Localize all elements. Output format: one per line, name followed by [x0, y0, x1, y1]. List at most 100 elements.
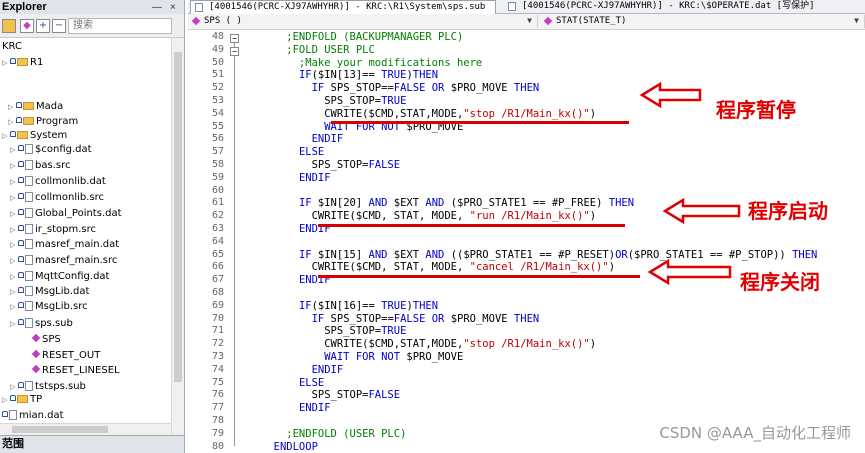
code-line: WAIT FOR NOT $PRO_MOVE [261, 351, 463, 364]
tree-item[interactable]: ▷ R1 [2, 56, 43, 70]
tree-item[interactable]: ▷ MqttConfig.dat [10, 270, 109, 284]
tree-item[interactable]: ▷ bas.src [10, 159, 70, 173]
code-line: ;Make your modifications here [261, 57, 482, 70]
tree-item[interactable]: ▷ tstsps.sub [10, 380, 86, 394]
expand-toggle-icon[interactable]: ▷ [2, 393, 10, 407]
symbol-select[interactable]: STAT(STATE_T) ▼ [540, 15, 865, 28]
scrollbar-thumb[interactable] [12, 426, 108, 433]
function-icon [191, 16, 201, 26]
expand-toggle-icon[interactable]: ▷ [10, 223, 18, 237]
tree-item[interactable]: ▷ Program [8, 115, 78, 129]
fold-toggle-icon[interactable]: − [230, 46, 239, 56]
tab-operate-dat[interactable]: [4001546(PCRC-XJ97AWHYHR)] - KRC:\$OPERA… [504, 0, 815, 14]
tree-item[interactable]: ▷ ir_stopm.src [10, 223, 96, 237]
expand-toggle-icon[interactable]: ▷ [2, 129, 10, 143]
tree-item[interactable]: ▷ masref_main.dat [10, 238, 119, 252]
expand-all-icon[interactable]: + [36, 19, 50, 33]
expand-toggle-icon[interactable]: ▷ [10, 207, 18, 221]
code-token: ELSE [298, 146, 325, 159]
file-icon [25, 160, 33, 170]
code-line: IF($IN[13]== TRUE)THEN [261, 69, 438, 82]
code-token: ;ENDFOLD (BACKUPMANAGER PLC) [261, 31, 464, 43]
code-editor[interactable]: 48 ;ENDFOLD (BACKUPMANAGER PLC) 49 ;FOLD … [188, 30, 865, 453]
lock-icon [18, 256, 24, 262]
code-line: ENDIF [261, 172, 331, 185]
line-number: 63 [211, 223, 224, 234]
folder-icon [23, 102, 34, 110]
code-token: OR [615, 248, 628, 261]
tree-item-label: TP [30, 394, 43, 405]
tree-item[interactable]: ▷ collmonlib.src [10, 191, 104, 205]
code-line: IF $IN[15] AND $EXT AND (($PRO_STATE1 ==… [261, 249, 817, 262]
tree-item[interactable]: ▷ MsgLib.src [10, 300, 88, 314]
collapse-all-icon[interactable]: − [52, 19, 66, 33]
tree-item[interactable]: ▷ Mada [8, 100, 63, 114]
expand-toggle-icon[interactable]: ▷ [10, 238, 18, 252]
code-line: ENDLOOP [261, 441, 318, 453]
line-number: 54 [211, 107, 224, 119]
close-icon[interactable]: × [170, 1, 176, 15]
tree-item[interactable]: ▷ masref_main.src [10, 254, 117, 268]
tree-item-label: ir_stopm.src [35, 224, 97, 235]
expand-toggle-icon[interactable]: ▷ [10, 159, 18, 173]
function-select[interactable]: SPS ( ) ▼ [188, 15, 538, 28]
code-line: ELSE [261, 377, 324, 390]
expand-toggle-icon[interactable]: ▷ [10, 317, 18, 331]
expand-toggle-icon[interactable]: ▷ [2, 56, 10, 70]
tree-item[interactable]: KRC [2, 40, 22, 54]
open-folder-icon[interactable] [2, 19, 16, 33]
tree-item[interactable]: ▷ TP [2, 393, 42, 407]
tree-item[interactable]: RESET_LINESEL [31, 364, 120, 378]
code-line: CWRITE($CMD,STAT,MODE,"stop /R1/Main_kx(… [261, 338, 596, 351]
tree-horizontal-scrollbar[interactable] [0, 423, 171, 435]
function-icon [31, 364, 41, 374]
expand-toggle-icon[interactable]: ▷ [10, 191, 18, 205]
chevron-down-icon[interactable]: ▼ [527, 15, 532, 27]
navigation-bar: SPS ( ) ▼ STAT(STATE_T) ▼ [188, 14, 865, 30]
fold-toggle-icon[interactable]: − [230, 34, 239, 43]
code-line: ELSE [261, 146, 324, 159]
tree-item[interactable]: ▷ sps.sub [10, 317, 73, 331]
tree-item[interactable]: ▷ MsgLib.dat [10, 285, 89, 299]
code-line: CWRITE($CMD,STAT,MODE,"stop /R1/Main_kx(… [261, 108, 596, 121]
line-number: 58 [211, 159, 224, 170]
search-input[interactable]: 搜索 [68, 18, 172, 34]
line-number: 48 [211, 31, 224, 42]
expand-toggle-icon[interactable]: ▷ [10, 270, 18, 284]
scrollbar-thumb[interactable] [174, 52, 182, 382]
tree-item[interactable]: ▷ collmonlib.dat [10, 175, 106, 189]
tree-item[interactable]: RESET_OUT [31, 349, 100, 363]
tree-item[interactable]: SPS [31, 333, 61, 347]
filter-icon[interactable]: ◆ [20, 19, 34, 33]
code-token: WAIT FOR NOT [324, 351, 401, 363]
code-line: ENDIF [261, 364, 344, 377]
expand-toggle-icon[interactable]: ▷ [8, 100, 16, 114]
code-token: ELSE [298, 376, 325, 389]
line-number: 77 [211, 402, 224, 414]
code-line: ;ENDFOLD (USER PLC) [261, 428, 406, 441]
expand-toggle-icon[interactable]: ▷ [10, 175, 18, 189]
expand-toggle-icon[interactable]: ▷ [8, 115, 16, 129]
tree-item[interactable]: ▷ $config.dat [10, 143, 92, 157]
code-token: CWRITE($CMD, STAT, MODE, [261, 210, 470, 223]
expand-toggle-icon[interactable]: ▷ [10, 300, 18, 314]
expand-toggle-icon[interactable]: ▷ [10, 143, 18, 157]
code-token: OR [431, 312, 445, 325]
expand-toggle-icon[interactable]: ▷ [10, 254, 18, 268]
code-token: ENDLOOP [261, 440, 318, 453]
tree-item[interactable]: ▷ Global_Points.dat [10, 207, 122, 221]
expand-toggle-icon[interactable]: ▷ [10, 285, 18, 299]
code-line: CWRITE($CMD, STAT, MODE, "run /R1/Main_k… [261, 210, 597, 223]
tree-item[interactable]: ▷ System [2, 129, 67, 143]
tab-sps-sub[interactable]: [4001546(PCRC-XJ97AWHYHR)] - KRC:\R1\Sys… [190, 0, 496, 14]
tree-item[interactable]: mian.dat [2, 409, 64, 423]
pin-icon[interactable]: — [152, 1, 162, 15]
expand-toggle-icon[interactable]: ▷ [10, 380, 18, 394]
tree-vertical-scrollbar[interactable] [171, 38, 184, 435]
chevron-down-icon[interactable]: ▼ [854, 15, 859, 27]
